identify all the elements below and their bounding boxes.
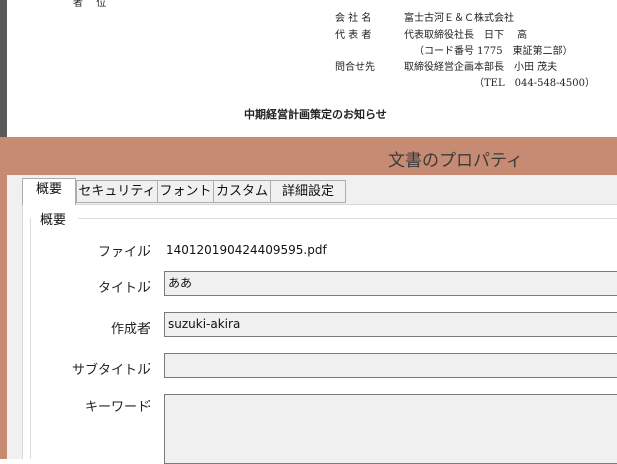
file-label: ファイル [97,245,150,260]
doc-rep-value: 代表取締役社長 日下 高 [404,30,528,41]
title-colon: : [147,277,152,292]
group-divider [78,218,617,219]
doc-contact-value: 取締役経営企画本部長 小田 茂夫 [404,62,558,73]
doc-contact-label: 問合せ先 [335,62,375,73]
title-field[interactable]: ああ [164,271,617,296]
keywords-colon: : [147,396,152,411]
group-title: 概要 [38,209,69,228]
author-label: 作成者 [110,322,150,337]
tab-custom[interactable]: カスタム [213,180,271,203]
subject-colon: : [147,359,152,374]
doc-company-value: 富士古河Ｅ＆Ｃ株式会社 [404,13,514,24]
title-label: タイトル [97,281,150,296]
tab-advanced[interactable]: 詳細設定 [270,180,346,203]
file-value: 140120190424409595.pdf [166,243,327,257]
doc-partial-text: 者 位 [73,0,107,9]
subject-label: サブタイトル [71,363,150,378]
dialog-title: 文書のプロパティ [388,151,523,171]
doc-code-line: （コード番号 1775 東証第二部） [414,46,573,57]
doc-rep-label: 代 表 者 [335,30,372,41]
tab-security[interactable]: セキュリティ [76,180,158,203]
file-colon: : [147,241,152,256]
doc-headline: 中期経営計画策定のお知らせ [244,108,387,121]
keywords-label: キーワード [84,400,150,415]
doc-tel-line: （TEL 044-548-4500） [474,78,595,89]
author-field[interactable]: suzuki-akira [164,312,617,337]
pdf-viewer-edge [0,0,7,138]
keywords-field[interactable] [164,394,617,464]
doc-company-label: 会 社 名 [335,13,372,24]
tab-fonts[interactable]: フォント [157,180,214,203]
subject-field[interactable] [164,353,617,378]
tab-summary[interactable]: 概要 [22,178,76,205]
author-colon: : [147,318,152,333]
